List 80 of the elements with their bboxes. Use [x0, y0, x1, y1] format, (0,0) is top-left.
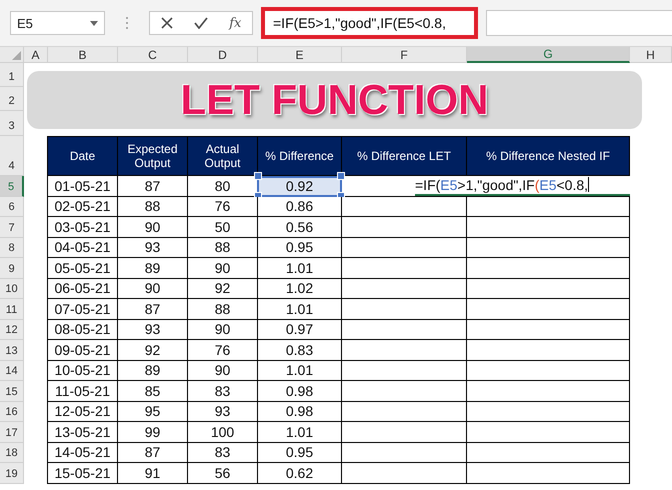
- table-cell: 06-05-21: [47, 278, 118, 299]
- active-cell[interactable]: =IF(E5>1,"good",IF(E5<0.8,: [342, 176, 630, 196]
- table-cell: 14-05-21: [47, 442, 118, 463]
- table-header-cell: Actual Output: [187, 136, 258, 176]
- table-header-cell: % Difference Nested IF: [466, 136, 630, 176]
- row-header[interactable]: 1: [0, 63, 24, 87]
- table-cell: 09-05-21: [47, 340, 118, 360]
- table-cell: 0.97: [257, 320, 342, 340]
- row-header[interactable]: 9: [0, 258, 24, 278]
- row-header[interactable]: 10: [0, 278, 24, 299]
- table-cell: 15-05-21: [47, 463, 118, 484]
- table-cell: 76: [187, 196, 258, 217]
- row-header[interactable]: 8: [0, 238, 24, 258]
- table-cell: 83: [187, 442, 258, 463]
- column-header[interactable]: B: [48, 47, 118, 63]
- column-header[interactable]: F: [342, 47, 467, 63]
- table-cell: 0.95: [257, 442, 342, 463]
- table-cell: 93: [117, 238, 188, 258]
- row-header[interactable]: 14: [0, 360, 24, 381]
- table-cell: 87: [117, 442, 188, 463]
- row-header[interactable]: 13: [0, 340, 24, 360]
- table-cell: 0.95: [257, 238, 342, 258]
- table-cell: 90: [187, 320, 258, 340]
- table-cell: 11-05-21: [47, 381, 118, 402]
- row-header[interactable]: 12: [0, 320, 24, 340]
- table-header-cell: % Difference LET: [341, 136, 467, 176]
- table-cell: 93: [117, 320, 188, 340]
- table-cell: 88: [117, 196, 188, 217]
- table-header-cell: Expected Output: [117, 136, 188, 176]
- table-cell: 03-05-21: [47, 217, 118, 238]
- formula-field-extension[interactable]: [486, 10, 672, 36]
- row-header[interactable]: 18: [0, 442, 24, 463]
- row-header[interactable]: 3: [0, 111, 24, 136]
- row-header[interactable]: 5: [0, 176, 24, 196]
- row-header[interactable]: 16: [0, 402, 24, 422]
- cell-reference: E5: [17, 16, 33, 30]
- table-cell: 92: [187, 278, 258, 299]
- grip-icon: [125, 16, 129, 30]
- row-header[interactable]: 6: [0, 196, 24, 217]
- table-cell: 1.02: [257, 278, 342, 299]
- column-header[interactable]: G: [467, 47, 630, 63]
- table-cell: 1.01: [257, 360, 342, 381]
- checkmark-icon[interactable]: [194, 17, 208, 29]
- table-cell: 05-05-21: [47, 258, 118, 278]
- row-header[interactable]: 11: [0, 299, 24, 320]
- cancel-icon[interactable]: [160, 17, 173, 29]
- row-header[interactable]: 17: [0, 422, 24, 442]
- table-cell: 90: [187, 360, 258, 381]
- table-cell: 90: [117, 278, 188, 299]
- insert-function-button[interactable]: fx: [229, 16, 242, 30]
- column-header[interactable]: C: [118, 47, 188, 63]
- name-box[interactable]: E5: [10, 11, 105, 35]
- formula-field[interactable]: =IF(E5>1,"good",IF(E5<0.8,: [261, 7, 478, 39]
- table-cell: 07-05-21: [47, 299, 118, 320]
- column-header[interactable]: H: [630, 47, 672, 63]
- row-header[interactable]: 2: [0, 87, 24, 111]
- column-header[interactable]: E: [258, 47, 342, 63]
- table-cell: 10-05-21: [47, 360, 118, 381]
- table-cell: 04-05-21: [47, 238, 118, 258]
- table-cell: 08-05-21: [47, 320, 118, 340]
- column-header[interactable]: D: [188, 47, 258, 63]
- table-cell: 93: [187, 402, 258, 422]
- table-cell: 01-05-21: [47, 176, 118, 196]
- row-header[interactable]: 4: [0, 136, 24, 176]
- table-cell: 95: [117, 402, 188, 422]
- column-header[interactable]: A: [24, 47, 48, 63]
- table-cell: 88: [187, 238, 258, 258]
- table-header-cell: % Difference: [257, 136, 342, 176]
- row-header[interactable]: 19: [0, 463, 24, 484]
- table-header-cell: Date: [47, 136, 118, 176]
- table-cell: 02-05-21: [47, 196, 118, 217]
- table-cell: 0.98: [257, 402, 342, 422]
- dropdown-caret-icon[interactable]: [90, 20, 98, 26]
- table-cell: 89: [117, 360, 188, 381]
- row-header[interactable]: 15: [0, 381, 24, 402]
- table-cell: 12-05-21: [47, 402, 118, 422]
- table-cell: 13-05-21: [47, 422, 118, 442]
- title-banner: LET FUNCTION: [27, 70, 642, 128]
- row-header[interactable]: 7: [0, 217, 24, 238]
- table-cell: 0.86: [257, 196, 342, 217]
